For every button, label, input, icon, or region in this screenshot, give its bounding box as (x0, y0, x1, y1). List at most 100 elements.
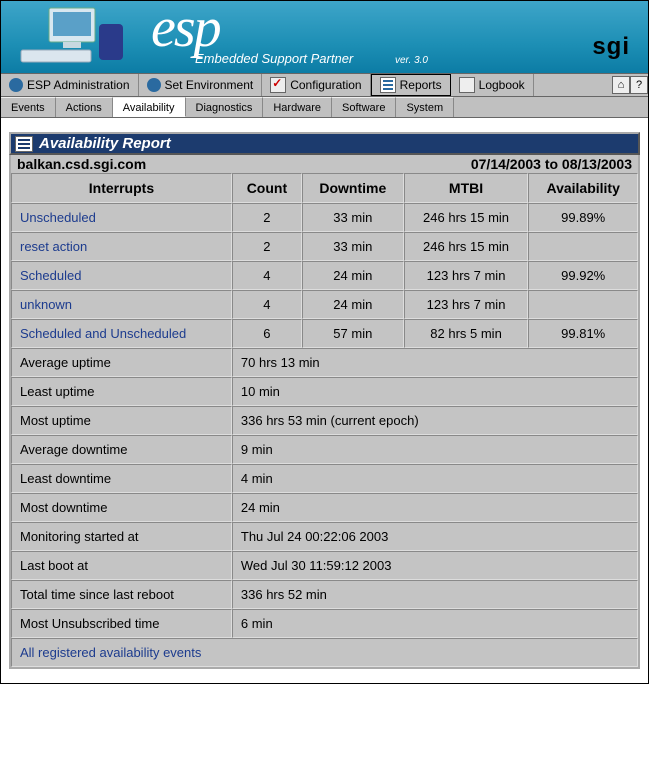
cell-count: 4 (232, 261, 302, 290)
cell-count: 6 (232, 319, 302, 348)
cell-count: 4 (232, 290, 302, 319)
summary-value: Wed Jul 30 11:59:12 2003 (232, 551, 638, 580)
summary-value: 10 min (232, 377, 638, 406)
summary-value: Thu Jul 24 00:22:06 2003 (232, 522, 638, 551)
table-row: Scheduled 424 min123 hrs 7 min99.92% (11, 261, 638, 290)
summary-label: Monitoring started at (11, 522, 232, 551)
cell-down: 33 min (302, 232, 404, 261)
tab-hardware[interactable]: Hardware (263, 97, 332, 117)
tab-availability[interactable]: Availability (113, 97, 186, 117)
report-title-bar: Availability Report (9, 132, 640, 155)
cell-label: Unscheduled (11, 203, 232, 232)
interrupt-link[interactable]: Unscheduled (20, 210, 96, 225)
summary-value: 336 hrs 52 min (232, 580, 638, 609)
cell-count: 2 (232, 232, 302, 261)
table-row: Scheduled and Unscheduled 657 min82 hrs 5… (11, 319, 638, 348)
toolbar-item-reports[interactable]: Reports (371, 74, 451, 96)
cell-mtbi: 246 hrs 15 min (404, 203, 529, 232)
cell-down: 24 min (302, 261, 404, 290)
tab-events[interactable]: Events (1, 97, 56, 117)
summary-row: Least uptime10 min (11, 377, 638, 406)
home-icon[interactable]: ⌂ (612, 76, 630, 94)
cell-avail (528, 232, 638, 261)
toolbar-label: ESP Administration (27, 78, 130, 92)
cell-mtbi: 123 hrs 7 min (404, 290, 529, 319)
col-count: Count (232, 173, 302, 203)
toolbar-item-set-environment[interactable]: Set Environment (139, 74, 263, 96)
summary-row: Total time since last reboot336 hrs 52 m… (11, 580, 638, 609)
sgi-brand: sgi (592, 33, 630, 61)
cell-avail: 99.81% (528, 319, 638, 348)
computer-icon (19, 6, 129, 66)
summary-label: Most uptime (11, 406, 232, 435)
tab-system[interactable]: System (396, 97, 454, 117)
cell-label: reset action (11, 232, 232, 261)
tab-software[interactable]: Software (332, 97, 396, 117)
cell-avail (528, 290, 638, 319)
summary-value: 336 hrs 53 min (current epoch) (232, 406, 638, 435)
report-title: Availability Report (39, 135, 171, 152)
toolbar-item-esp-administration[interactable]: ESP Administration (1, 74, 139, 96)
help-icon[interactable]: ? (630, 76, 648, 94)
host-label: balkan.csd.sgi.com (17, 156, 146, 172)
summary-label: Total time since last reboot (11, 580, 232, 609)
version-label: ver. 3.0 (395, 55, 428, 66)
summary-label: Least uptime (11, 377, 232, 406)
cell-mtbi: 246 hrs 15 min (404, 232, 529, 261)
product-subtitle: Embedded Support Partner (195, 51, 353, 66)
availability-table: Interrupts Count Downtime MTBI Availabil… (9, 173, 640, 669)
cell-label: Scheduled and Unscheduled (11, 319, 232, 348)
toolbar-item-configuration[interactable]: Configuration (262, 74, 370, 96)
tab-diagnostics[interactable]: Diagnostics (186, 97, 264, 117)
interrupt-link[interactable]: Scheduled and Unscheduled (20, 326, 186, 341)
all-events-link[interactable]: All registered availability events (20, 645, 201, 660)
toolbar-label: Configuration (290, 78, 361, 92)
book-icon (459, 77, 475, 93)
toolbar-item-logbook[interactable]: Logbook (451, 74, 534, 96)
tab-actions[interactable]: Actions (56, 97, 113, 117)
interrupt-link[interactable]: Scheduled (20, 268, 81, 283)
cell-mtbi: 123 hrs 7 min (404, 261, 529, 290)
summary-row: Last boot atWed Jul 30 11:59:12 2003 (11, 551, 638, 580)
col-interrupts: Interrupts (11, 173, 232, 203)
sub-tabs: EventsActionsAvailabilityDiagnosticsHard… (1, 97, 648, 118)
interrupt-link[interactable]: unknown (20, 297, 72, 312)
table-row: reset action 233 min246 hrs 15 min (11, 232, 638, 261)
toolbar-label: Logbook (479, 78, 525, 92)
summary-row: Most downtime24 min (11, 493, 638, 522)
globe-icon (9, 78, 23, 92)
cell-avail: 99.92% (528, 261, 638, 290)
cell-mtbi: 82 hrs 5 min (404, 319, 529, 348)
summary-row: Average uptime70 hrs 13 min (11, 348, 638, 377)
col-availability: Availability (528, 173, 638, 203)
cell-down: 33 min (302, 203, 404, 232)
summary-row: Most uptime336 hrs 53 min (current epoch… (11, 406, 638, 435)
cell-avail: 99.89% (528, 203, 638, 232)
summary-label: Most Unsubscribed time (11, 609, 232, 638)
report-icon (15, 136, 33, 152)
summary-label: Average downtime (11, 435, 232, 464)
globe-icon (147, 78, 161, 92)
header-banner: esp Embedded Support Partner ver. 3.0 sg… (1, 1, 648, 73)
cell-label: unknown (11, 290, 232, 319)
main-toolbar: ESP Administration Set Environment Configu… (1, 73, 648, 97)
list-icon (380, 77, 396, 93)
cell-label: Scheduled (11, 261, 232, 290)
summary-value: 70 hrs 13 min (232, 348, 638, 377)
summary-label: Average uptime (11, 348, 232, 377)
toolbar-label: Reports (400, 78, 442, 92)
toolbar-label: Set Environment (165, 78, 254, 92)
summary-value: 6 min (232, 609, 638, 638)
col-downtime: Downtime (302, 173, 404, 203)
summary-value: 4 min (232, 464, 638, 493)
check-icon (270, 77, 286, 93)
interrupt-link[interactable]: reset action (20, 239, 87, 254)
summary-row: Monitoring started atThu Jul 24 00:22:06… (11, 522, 638, 551)
table-row: unknown 424 min123 hrs 7 min (11, 290, 638, 319)
summary-value: 9 min (232, 435, 638, 464)
summary-row: Average downtime9 min (11, 435, 638, 464)
summary-label: Most downtime (11, 493, 232, 522)
cell-down: 24 min (302, 290, 404, 319)
table-row: Unscheduled233 min246 hrs 15 min99.89% (11, 203, 638, 232)
cell-down: 57 min (302, 319, 404, 348)
